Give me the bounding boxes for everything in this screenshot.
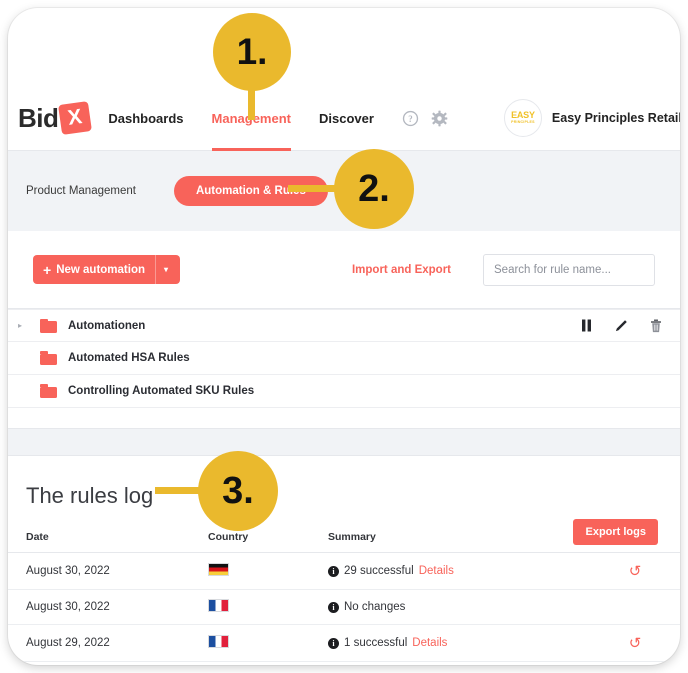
log-summary-text: No changes xyxy=(344,601,406,613)
row-actions xyxy=(581,318,662,333)
gear-icon[interactable] xyxy=(431,110,448,127)
table-row[interactable]: Controlling Automated SKU Rules xyxy=(8,375,680,408)
log-country xyxy=(208,589,328,625)
table-row[interactable]: ▸ Automationen xyxy=(8,309,680,342)
import-and-export-link[interactable]: Import and Export xyxy=(352,264,451,276)
log-date: August 30, 2022 xyxy=(8,589,208,625)
account-name: Easy Principles Retail GmbH xyxy=(551,111,680,125)
plus-icon: + xyxy=(43,261,52,278)
nav-links: Dashboards Management Discover xyxy=(108,86,374,151)
revert-icon[interactable]: ↺ xyxy=(629,634,642,652)
log-summary: i 31 successful Details xyxy=(328,661,590,665)
callout-badge-1: 1. xyxy=(213,13,291,91)
rule-name: Controlling Automated SKU Rules xyxy=(68,385,255,397)
table-row[interactable]: August 30, 2022 i No changes xyxy=(8,589,680,625)
new-automation-dropdown-caret[interactable]: ▾ xyxy=(155,255,176,284)
export-logs-button[interactable]: Export logs xyxy=(573,519,658,545)
nav-icon-group: ? xyxy=(402,110,448,127)
log-summary: i 29 successful Details xyxy=(328,552,590,590)
log-date: August 30, 2022 xyxy=(8,552,208,590)
log-summary: i 1 successful Details xyxy=(328,624,590,662)
search-input[interactable] xyxy=(483,253,655,286)
nav-item-dashboards[interactable]: Dashboards xyxy=(108,86,183,151)
log-country xyxy=(208,624,328,662)
logo-text: Bid xyxy=(18,102,59,133)
log-summary-text: 29 successful xyxy=(344,565,414,577)
table-row[interactable]: August 29, 2022 i 1 successful Details ↺ xyxy=(8,624,680,662)
log-action: ↺ xyxy=(590,624,680,662)
rules-list: ▸ Automationen Automated HSA Rules Contr… xyxy=(8,309,680,408)
info-icon: i xyxy=(328,637,339,649)
table-row[interactable]: Automated HSA Rules xyxy=(8,342,680,375)
rules-toolbar: + New automation ▾ Import and Export xyxy=(8,231,680,309)
folder-icon xyxy=(40,318,57,333)
details-link[interactable]: Details xyxy=(419,565,454,577)
svg-text:?: ? xyxy=(408,114,412,124)
log-summary-text: 1 successful xyxy=(344,637,408,649)
avatar-line-2: PRINCIPLES xyxy=(511,120,535,125)
flag-fr-icon xyxy=(208,635,229,648)
log-date: August 29, 2022 xyxy=(8,624,208,662)
rules-log-table: Date Country Summary August 30, 2022 i 2… xyxy=(8,527,680,665)
folder-icon xyxy=(40,384,57,398)
info-icon: i xyxy=(328,565,339,577)
log-date: August 29, 2022 xyxy=(8,661,208,665)
new-automation-button[interactable]: + New automation ▾ xyxy=(33,255,181,284)
column-header-summary: Summary xyxy=(328,527,590,553)
revert-icon[interactable]: ↺ xyxy=(629,562,642,580)
info-icon: i xyxy=(328,601,339,613)
log-country xyxy=(208,661,328,665)
callout-badge-3: 3. xyxy=(198,451,278,531)
table-row[interactable]: August 29, 2022 i 31 successful Details xyxy=(8,661,680,665)
table-row[interactable]: August 30, 2022 i 29 successful Details xyxy=(8,552,680,590)
pause-icon[interactable] xyxy=(581,319,592,332)
log-country xyxy=(208,552,328,590)
help-circle-icon[interactable]: ? xyxy=(402,110,419,127)
folder-icon xyxy=(40,351,57,365)
top-navigation-bar: Bid X Dashboards Management Discover ? xyxy=(8,86,680,151)
product-management-label: Product Management xyxy=(26,185,136,197)
section-divider-band xyxy=(8,428,680,456)
log-action xyxy=(590,589,680,625)
column-header-date: Date xyxy=(8,527,208,553)
log-action: ↺ xyxy=(590,661,680,665)
rule-name: Automationen xyxy=(68,319,146,332)
flag-fr-icon xyxy=(208,599,229,612)
screenshot-root: Bid X Dashboards Management Discover ? xyxy=(0,0,688,673)
rules-log-section: The rules log Date Country Summary Augus… xyxy=(8,456,680,665)
avatar: EASY PRINCIPLES xyxy=(503,99,542,137)
details-link[interactable]: Details xyxy=(412,637,447,649)
bidx-logo[interactable]: Bid X xyxy=(18,101,93,135)
callout-badge-2: 2. xyxy=(334,149,414,229)
column-header-country: Country xyxy=(208,527,328,553)
new-automation-label: New automation xyxy=(56,263,145,276)
log-summary: i No changes xyxy=(328,589,590,625)
app-card: Bid X Dashboards Management Discover ? xyxy=(8,8,680,665)
expand-triangle-icon[interactable]: ▸ xyxy=(18,321,40,330)
edit-icon[interactable] xyxy=(614,319,628,333)
account-switcher[interactable]: EASY PRINCIPLES Easy Principles Retail G… xyxy=(503,99,680,137)
logo-x-mark: X xyxy=(58,101,93,135)
avatar-line-1: EASY xyxy=(511,110,535,121)
flag-de-icon xyxy=(208,563,229,576)
rule-name: Automated HSA Rules xyxy=(68,352,190,364)
log-action: ↺ xyxy=(590,552,680,590)
delete-icon[interactable] xyxy=(650,318,662,333)
nav-item-discover[interactable]: Discover xyxy=(319,86,374,151)
page-title: The rules log xyxy=(26,483,154,508)
